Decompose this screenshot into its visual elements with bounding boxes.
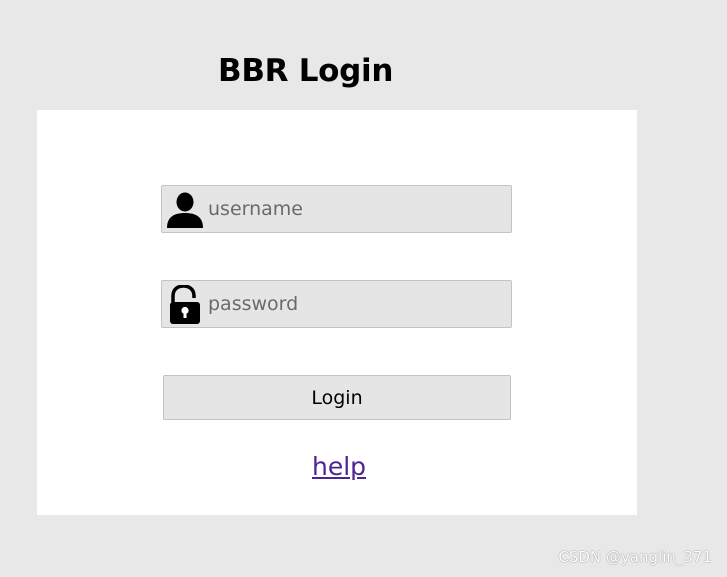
login-button[interactable]: Login	[163, 375, 511, 420]
page-title: BBR Login	[218, 53, 394, 89]
login-panel: Login help	[37, 110, 637, 515]
user-icon	[165, 190, 205, 230]
password-input[interactable]	[208, 281, 504, 327]
watermark: CSDN @yanglin_371	[558, 548, 712, 566]
help-link[interactable]: help	[312, 450, 366, 484]
password-field[interactable]	[161, 280, 512, 328]
username-field[interactable]	[161, 185, 512, 233]
lock-icon	[165, 284, 205, 325]
username-input[interactable]	[208, 186, 504, 232]
